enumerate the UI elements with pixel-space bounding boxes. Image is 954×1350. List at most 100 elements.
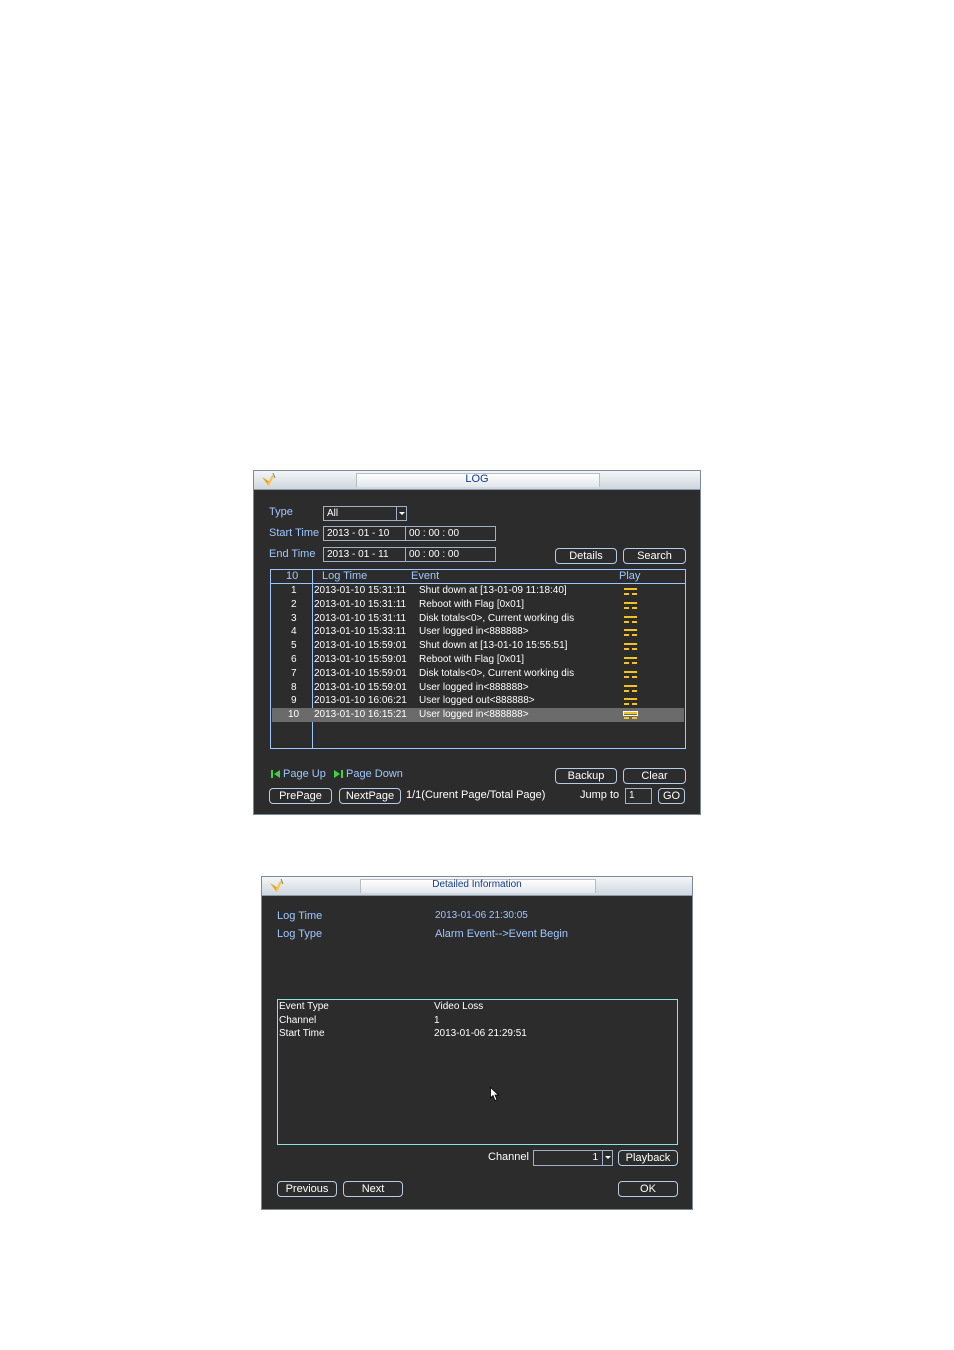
page-down-icon [334,770,343,778]
clear-button[interactable]: Clear [623,768,686,784]
table-row[interactable]: 1 2013-01-10 15:31:11 Shut down at [13-01-… [272,584,684,598]
play-icon[interactable] [624,698,637,706]
row-event: Disk totals<0>, Current working dis [419,612,575,624]
row-event: User logged in<888888> [419,626,529,638]
start-date-input[interactable]: 2013 - 01 - 10 [323,526,406,541]
row-event: Disk totals<0>, Current working dis [419,667,575,679]
chevron-down-icon[interactable] [396,507,406,520]
table-row[interactable]: 9 2013-01-10 16:06:21 User logged out<8888… [272,694,684,708]
log-time-label: Log Time [277,910,323,922]
details-button[interactable]: Details [555,548,617,564]
table-header: 10 Log Time Event Play [271,570,685,584]
col-play: Play [619,570,641,582]
log-time-value: 2013-01-06 21:30:05 [435,910,528,921]
info-value: Video Loss [434,1001,484,1012]
row-number: 2 [291,598,297,610]
info-key: Channel [279,1014,317,1026]
channel-select-value: 1 [592,1152,598,1163]
table-row[interactable]: 6 2013-01-10 15:59:01 Reboot with Flag [0x… [272,653,684,667]
prepage-button[interactable]: PrePage [269,788,332,804]
row-number: 3 [291,612,297,624]
jump-page-input[interactable]: 1 [625,788,652,804]
end-date-input[interactable]: 2013 - 01 - 11 [323,547,406,562]
row-event: User logged in<888888> [419,681,529,693]
row-log-time: 2013-01-10 15:59:01 [314,667,407,679]
end-clock-input[interactable]: 00 : 00 : 00 [405,547,496,562]
start-clock-input[interactable]: 00 : 00 : 00 [405,526,496,541]
play-icon[interactable] [624,684,637,692]
end-time-label: End Time [269,548,316,560]
detail-window: Detailed Information Log Time 2013-01-06… [261,876,693,1210]
info-key: Event Type [279,1001,329,1012]
row-number: 6 [291,654,297,665]
page-up-icon [271,770,280,778]
info-value: 1 [434,1014,440,1026]
log-type-value: Alarm Event-->Event Begin [435,928,568,940]
col-count: 10 [286,570,299,582]
page-down-label: Page Down [346,768,403,780]
table-row[interactable]: 4 2013-01-10 15:33:11 User logged in<88888… [272,625,684,639]
log-table: 10 Log Time Event Play 1 2013-01-10 15:31… [270,569,686,749]
detail-titlebar: Detailed Information [262,877,692,896]
play-icon[interactable] [624,615,637,623]
table-row[interactable]: 7 2013-01-10 15:59:01 Disk totals<0>, Curr… [272,667,684,681]
table-row[interactable]: 8 2013-01-10 15:59:01 User logged in<88888… [272,681,684,695]
row-log-time: 2013-01-10 16:06:21 [314,695,407,707]
table-row[interactable]: 10 2013-01-10 16:15:21 User logged in<8888… [272,708,684,723]
row-log-time: 2013-01-10 15:31:11 [314,612,407,624]
row-event: User logged in<888888> [419,709,529,721]
row-log-time: 2013-01-10 15:59:01 [314,654,407,665]
jump-to-label: Jump to [580,789,620,801]
mouse-cursor-icon [490,1087,500,1102]
backup-button[interactable]: Backup [555,768,617,784]
table-row[interactable]: 2 2013-01-10 15:31:11 Reboot with Flag [0x… [272,598,684,612]
row-number: 10 [288,709,300,721]
play-icon[interactable] [624,588,637,595]
table-row[interactable]: 5 2013-01-10 15:59:01 Shut down at [13-01-… [272,639,684,653]
row-number: 9 [291,695,297,707]
type-select-value: All [327,508,339,519]
play-icon[interactable] [624,629,637,637]
ok-button[interactable]: OK [618,1181,678,1197]
play-icon[interactable] [624,657,637,664]
row-event: Shut down at [13-01-09 11:18:40] [419,585,567,596]
row-log-time: 2013-01-10 15:59:01 [314,681,407,693]
play-icon[interactable] [624,601,637,609]
event-info-box: Event Type Video Loss Channel 1 Start Time 20… [277,999,678,1145]
start-time-label: Start Time [269,527,320,539]
row-log-time: 2013-01-10 15:31:11 [314,598,407,610]
search-button[interactable]: Search [623,548,686,564]
row-number: 1 [291,585,297,596]
channel-select[interactable]: 1 [533,1150,613,1166]
playback-button[interactable]: Playback [618,1150,678,1166]
nextpage-button[interactable]: NextPage [339,788,401,804]
chevron-down-icon[interactable] [602,1151,612,1165]
row-event: Shut down at [13-01-10 15:55:51] [419,640,568,652]
log-type-label: Log Type [277,928,323,940]
next-button[interactable]: Next [343,1181,403,1197]
page-down-hint: Page Down [334,768,403,780]
previous-button[interactable]: Previous [277,1181,337,1197]
row-log-time: 2013-01-10 15:31:11 [314,585,407,596]
row-number: 8 [291,681,297,693]
row-number: 7 [291,667,297,679]
row-log-time: 2013-01-10 15:33:11 [314,626,407,638]
play-icon[interactable] [624,670,637,678]
channel-label: Channel [488,1151,529,1163]
play-icon[interactable] [623,711,638,720]
type-select[interactable]: All [323,506,407,521]
page-up-hint: Page Up [271,768,326,780]
col-log-time: Log Time [322,570,368,582]
log-window: LOG Type All Start Time 2013 - 01 - 10 0… [253,470,701,815]
play-icon[interactable] [624,643,637,651]
row-log-time: 2013-01-10 15:59:01 [314,640,407,652]
type-label: Type [269,506,293,518]
go-button[interactable]: GO [658,788,685,804]
col-event: Event [411,570,440,582]
detail-title: Detailed Information [432,879,522,890]
info-value: 2013-01-06 21:29:51 [434,1028,527,1039]
row-number: 5 [291,640,297,652]
log-title: LOG [465,473,489,485]
row-event: User logged out<888888> [419,695,535,707]
table-row[interactable]: 3 2013-01-10 15:31:11 Disk totals<0>, Curr… [272,612,684,626]
